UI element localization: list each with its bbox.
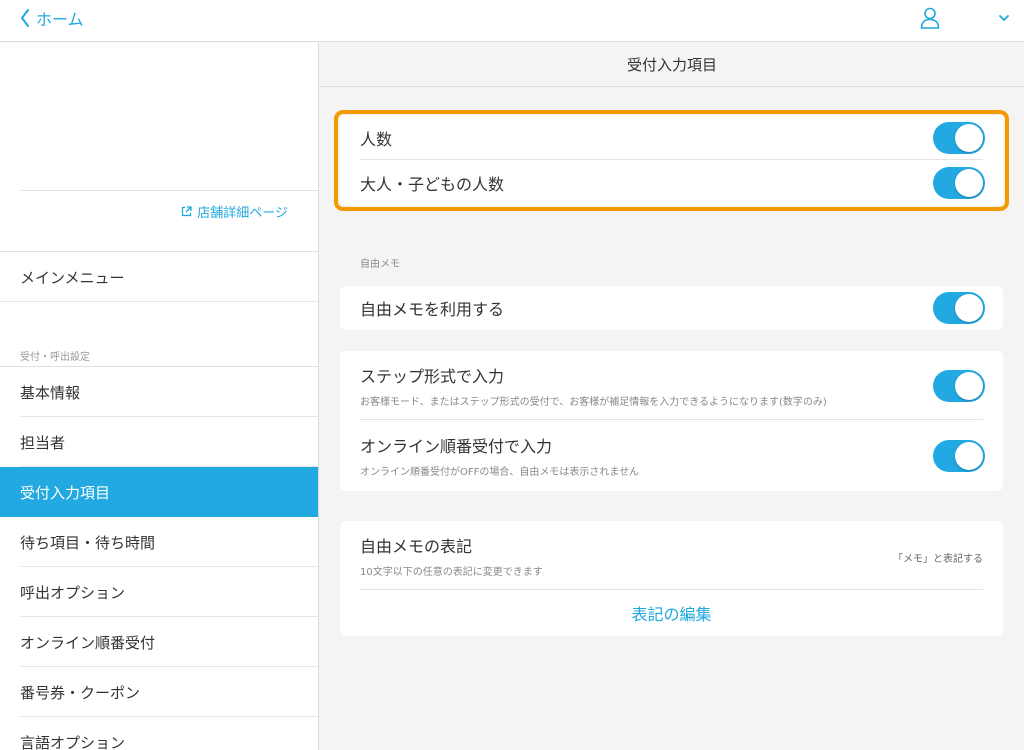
adult-child-count-row: 大人・子どもの人数 <box>340 160 1003 205</box>
main-panel: 受付入力項目 人数 大人・子どもの人数 自由メモ 自由メモを利用する ステップ形… <box>320 43 1024 750</box>
use-memo-card: 自由メモを利用する <box>340 286 1003 330</box>
sidebar-item-staff[interactable]: 担当者 <box>0 417 318 467</box>
memo-notation-label: 自由メモの表記 <box>360 537 473 556</box>
adult-child-count-toggle[interactable] <box>933 166 985 199</box>
settings-menu: 基本情報 担当者 受付入力項目 待ち項目・待ち時間 呼出オプション オンライン順… <box>0 366 318 750</box>
memo-notation-row: 自由メモの表記 10文字以下の任意の表記に変更できます 「メモ」と表記する <box>340 521 1003 590</box>
main-menu-group: メインメニュー <box>0 251 318 302</box>
shop-link-label: 店舗詳細ページ <box>197 206 288 221</box>
chevron-down-icon[interactable] <box>998 13 1010 23</box>
online-input-label: オンライン順番受付で入力 <box>360 437 553 456</box>
sidebar-item-online-queue[interactable]: オンライン順番受付 <box>0 617 318 667</box>
section-label: 受付・呼出設定 <box>20 352 90 363</box>
sidebar: 店舗詳細ページ メインメニュー 受付・呼出設定 基本情報 担当者 受付入力項目 … <box>0 43 319 750</box>
sidebar-item-label: 呼出オプション <box>20 583 126 602</box>
sidebar-item-main-menu[interactable]: メインメニュー <box>0 252 318 302</box>
toggle-knob <box>955 168 983 197</box>
adult-child-count-label: 大人・子どもの人数 <box>360 174 505 194</box>
memo-notation-text: 自由メモの表記 10文字以下の任意の表記に変更できます <box>360 533 543 578</box>
sidebar-item-label: オンライン順番受付 <box>20 633 156 652</box>
people-settings-card: 人数 大人・子どもの人数 <box>340 115 1003 205</box>
chevron-left-icon <box>21 9 29 27</box>
toggle-knob <box>955 294 983 322</box>
sidebar-item-label: 番号券・クーポン <box>20 683 141 702</box>
divider <box>360 589 983 590</box>
online-input-text: オンライン順番受付で入力 オンライン順番受付がOFFの場合、自由メモは表示されま… <box>360 433 639 478</box>
online-input-description: オンライン順番受付がOFFの場合、自由メモは表示されません <box>360 467 640 478</box>
sidebar-item-label: 受付入力項目 <box>20 483 111 502</box>
use-memo-row: 自由メモを利用する <box>340 286 1003 330</box>
memo-notation-card: 自由メモの表記 10文字以下の任意の表記に変更できます 「メモ」と表記する 表記… <box>340 521 1003 636</box>
divider <box>20 190 318 191</box>
sidebar-item-label: メインメニュー <box>20 268 125 287</box>
edit-notation-button[interactable]: 表記の編集 <box>340 590 1003 636</box>
page-title: 受付入力項目 <box>320 43 1024 87</box>
external-link-icon <box>182 206 192 217</box>
sidebar-item-label: 言語オプション <box>20 733 126 750</box>
memo-section-caption: 自由メモ <box>360 259 400 270</box>
toggle-knob <box>955 372 983 400</box>
people-count-row: 人数 <box>340 115 1003 160</box>
step-input-text: ステップ形式で入力 お客様モード、またはステップ形式の受付で、お客様が補足情報を… <box>360 363 827 408</box>
sidebar-item-reception-fields[interactable]: 受付入力項目 <box>0 467 318 517</box>
people-count-toggle[interactable] <box>933 121 985 154</box>
online-input-toggle[interactable] <box>933 440 985 472</box>
back-button[interactable]: ホーム <box>20 7 84 29</box>
back-label: ホーム <box>36 10 84 29</box>
step-input-description: お客様モード、またはステップ形式の受付で、お客様が補足情報を入力できるようになり… <box>360 397 827 408</box>
step-input-row: ステップ形式で入力 お客様モード、またはステップ形式の受付で、お客様が補足情報を… <box>340 351 1003 420</box>
top-bar: ホーム <box>0 0 1024 42</box>
memo-notation-description: 10文字以下の任意の表記に変更できます <box>360 567 543 578</box>
toggle-knob <box>955 123 983 152</box>
sidebar-item-basic-info[interactable]: 基本情報 <box>0 367 318 417</box>
shop-detail-link[interactable]: 店舗詳細ページ <box>181 202 288 221</box>
step-input-label: ステップ形式で入力 <box>360 367 505 386</box>
sidebar-item-tickets-coupons[interactable]: 番号券・クーポン <box>0 667 318 717</box>
memo-notation-value: 「メモ」と表記する <box>893 554 983 565</box>
online-input-row: オンライン順番受付で入力 オンライン順番受付がOFFの場合、自由メモは表示されま… <box>340 420 1003 491</box>
people-count-label: 人数 <box>360 129 393 149</box>
user-icon[interactable] <box>920 7 940 29</box>
sidebar-item-label: 待ち項目・待ち時間 <box>20 533 156 552</box>
sidebar-item-language-options[interactable]: 言語オプション <box>0 717 318 750</box>
sidebar-item-label: 担当者 <box>20 433 66 452</box>
step-input-toggle[interactable] <box>933 370 985 402</box>
sidebar-item-call-options[interactable]: 呼出オプション <box>0 567 318 617</box>
toggle-knob <box>955 442 983 470</box>
use-memo-label: 自由メモを利用する <box>360 300 505 319</box>
sidebar-item-label: 基本情報 <box>20 383 81 402</box>
memo-input-options-card: ステップ形式で入力 お客様モード、またはステップ形式の受付で、お客様が補足情報を… <box>340 351 1003 491</box>
use-memo-toggle[interactable] <box>933 292 985 324</box>
sidebar-item-wait-items[interactable]: 待ち項目・待ち時間 <box>0 517 318 567</box>
